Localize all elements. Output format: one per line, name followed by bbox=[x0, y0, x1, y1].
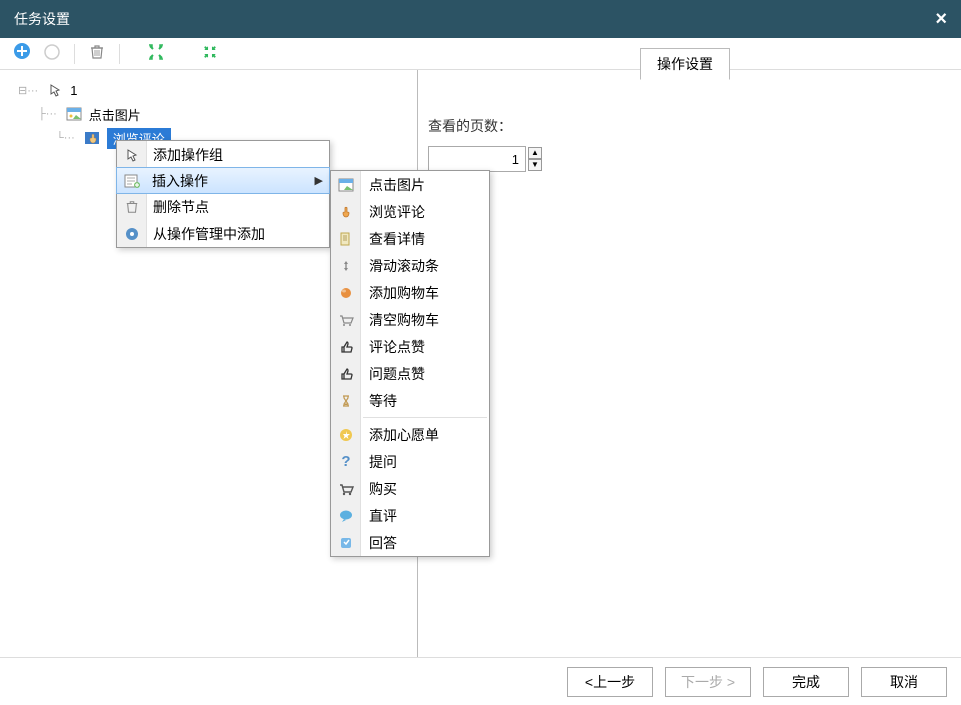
menu-label: 滑动滚动条 bbox=[369, 256, 439, 276]
window-title: 任务设置 bbox=[14, 9, 70, 29]
answer-icon bbox=[337, 534, 355, 552]
hand-icon bbox=[83, 129, 101, 147]
trash-icon bbox=[123, 198, 141, 216]
menu-insert-op[interactable]: 插入操作 ▶ bbox=[116, 167, 330, 194]
delete-button[interactable] bbox=[83, 41, 111, 67]
tab-settings[interactable]: 操作设置 bbox=[640, 48, 730, 80]
menu-divider bbox=[363, 417, 487, 418]
image-icon bbox=[337, 176, 355, 194]
spinner-buttons: ▲ ▼ bbox=[528, 147, 542, 171]
tree-item[interactable]: ├··· 点击图片 bbox=[6, 102, 411, 126]
submenu-view-details[interactable]: 查看详情 bbox=[331, 225, 489, 252]
cart-icon bbox=[337, 311, 355, 329]
menu-label: 等待 bbox=[369, 391, 397, 411]
submenu-wait[interactable]: 等待 bbox=[331, 387, 489, 414]
insert-icon bbox=[123, 172, 141, 190]
submenu-direct-comment[interactable]: 直评 bbox=[331, 502, 489, 529]
cancel-button[interactable]: 取消 bbox=[861, 667, 947, 697]
submenu-ask[interactable]: ? 提问 bbox=[331, 448, 489, 475]
add-button[interactable] bbox=[8, 41, 36, 67]
pages-spinner: ▲ ▼ bbox=[428, 146, 951, 172]
tree-root[interactable]: ⊟··· 1 bbox=[6, 78, 411, 102]
menu-label: 回答 bbox=[369, 533, 397, 553]
spinner-up[interactable]: ▲ bbox=[528, 147, 542, 159]
scroll-icon bbox=[337, 257, 355, 275]
menu-label: 从操作管理中添加 bbox=[153, 224, 265, 244]
hourglass-icon bbox=[337, 392, 355, 410]
thumbs-up-icon bbox=[337, 338, 355, 356]
tree-root-label: 1 bbox=[70, 83, 77, 98]
pages-label: 查看的页数： bbox=[428, 116, 951, 136]
menu-label: 添加心愿单 bbox=[369, 425, 439, 445]
expand-all-button[interactable] bbox=[142, 41, 170, 67]
submenu-like-comment[interactable]: 评论点赞 bbox=[331, 333, 489, 360]
submenu-add-cart[interactable]: 添加购物车 bbox=[331, 279, 489, 306]
disabled-action-button bbox=[38, 41, 66, 67]
toolbar-separator bbox=[74, 44, 75, 64]
menu-label: 问题点赞 bbox=[369, 364, 425, 384]
menu-add-from-mgmt[interactable]: 从操作管理中添加 bbox=[117, 220, 329, 247]
toolbar-separator bbox=[119, 44, 120, 64]
finish-button[interactable]: 完成 bbox=[763, 667, 849, 697]
collapse-icon bbox=[203, 45, 217, 62]
document-icon bbox=[337, 230, 355, 248]
menu-label: 查看详情 bbox=[369, 229, 425, 249]
submenu-like-question[interactable]: 问题点赞 bbox=[331, 360, 489, 387]
menu-add-group[interactable]: 添加操作组 bbox=[117, 141, 329, 168]
pages-input[interactable] bbox=[428, 146, 526, 172]
submenu-add-wishlist[interactable]: 添加心愿单 bbox=[331, 421, 489, 448]
menu-label: 浏览评论 bbox=[369, 202, 425, 222]
tree-connector: └··· bbox=[56, 132, 75, 144]
question-icon: ? bbox=[337, 453, 355, 471]
menu-label: 添加购物车 bbox=[369, 283, 439, 303]
trash-icon bbox=[89, 44, 105, 63]
submenu-browse-comments[interactable]: 浏览评论 bbox=[331, 198, 489, 225]
cursor-icon bbox=[123, 146, 141, 164]
submenu-buy[interactable]: 购买 bbox=[331, 475, 489, 502]
image-icon bbox=[65, 105, 83, 123]
speech-icon bbox=[337, 507, 355, 525]
tree-connector: ⊟··· bbox=[18, 84, 38, 97]
star-icon bbox=[337, 426, 355, 444]
menu-label: 删除节点 bbox=[153, 197, 209, 217]
tree-item-label: 点击图片 bbox=[89, 105, 141, 124]
plus-icon bbox=[13, 42, 31, 65]
gear-icon bbox=[123, 225, 141, 243]
cursor-icon bbox=[46, 81, 64, 99]
tree-connector: ├··· bbox=[38, 108, 57, 120]
menu-label: 直评 bbox=[369, 506, 397, 526]
submenu-click-image[interactable]: 点击图片 bbox=[331, 171, 489, 198]
circle-icon bbox=[44, 44, 60, 63]
menu-label: 评论点赞 bbox=[369, 337, 425, 357]
close-icon[interactable]: × bbox=[935, 8, 947, 31]
config-panel: 操作设置 查看的页数： ▲ ▼ bbox=[418, 70, 961, 657]
thumbs-up-icon bbox=[337, 365, 355, 383]
menu-label: 清空购物车 bbox=[369, 310, 439, 330]
menu-label: 添加操作组 bbox=[153, 145, 223, 165]
menu-label: 点击图片 bbox=[369, 175, 425, 195]
footer: <上一步 下一步 > 完成 取消 bbox=[0, 657, 961, 705]
menu-delete-node[interactable]: 删除节点 bbox=[117, 193, 329, 220]
submenu-clear-cart[interactable]: 清空购物车 bbox=[331, 306, 489, 333]
next-button: 下一步 > bbox=[665, 667, 751, 697]
submenu-scroll[interactable]: 滑动滚动条 bbox=[331, 252, 489, 279]
menu-label: 购买 bbox=[369, 479, 397, 499]
titlebar: 任务设置 × bbox=[0, 0, 961, 38]
expand-icon bbox=[148, 44, 164, 63]
insert-submenu: 点击图片 浏览评论 查看详情 滑动滚动条 添加购物车 清空购物车 评论点赞 问题… bbox=[330, 170, 490, 557]
submenu-answer[interactable]: 回答 bbox=[331, 529, 489, 556]
toolbar bbox=[0, 38, 961, 70]
ball-icon bbox=[337, 284, 355, 302]
hand-icon bbox=[337, 203, 355, 221]
prev-button[interactable]: <上一步 bbox=[567, 667, 653, 697]
submenu-arrow-icon: ▶ bbox=[315, 174, 323, 187]
menu-label: 插入操作 bbox=[152, 171, 208, 191]
spinner-down[interactable]: ▼ bbox=[528, 159, 542, 171]
cart-buy-icon bbox=[337, 480, 355, 498]
context-menu: 添加操作组 插入操作 ▶ 删除节点 从操作管理中添加 bbox=[116, 140, 330, 248]
config-area: 查看的页数： ▲ ▼ bbox=[418, 70, 961, 182]
collapse-all-button[interactable] bbox=[196, 41, 224, 67]
menu-label: 提问 bbox=[369, 452, 397, 472]
